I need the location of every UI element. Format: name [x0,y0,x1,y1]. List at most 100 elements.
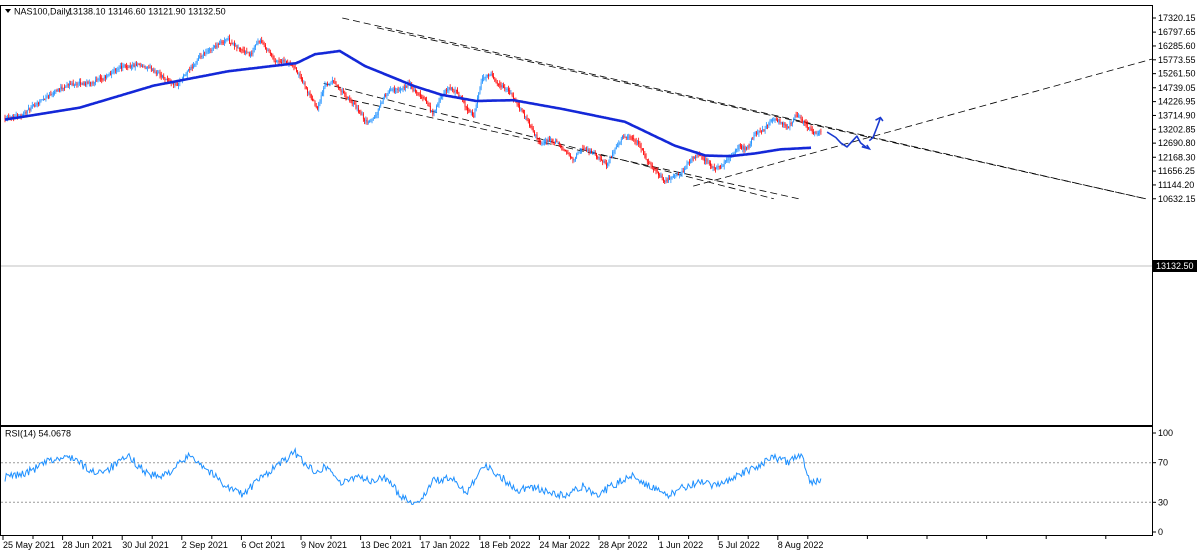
candle-body [307,88,308,93]
candle-body [309,92,311,96]
candle-body [269,52,271,55]
candle-body [365,120,367,121]
candle-body [553,142,555,143]
candle-body [427,103,429,105]
candle-body [752,138,754,140]
candle-body [746,147,747,149]
candle-body [212,47,214,50]
candle-body [314,101,316,106]
rsi-line [4,447,822,506]
candle-body [643,149,644,155]
candle-body [431,110,432,112]
candle-body [231,42,233,45]
candle-body [200,55,202,58]
candle-body [815,132,817,134]
candle-body [188,69,189,71]
candle-body [764,129,766,131]
candle-body [236,45,238,48]
candle-body [413,90,415,91]
candle-body [345,94,347,98]
candle-body [675,174,677,176]
candle-body [206,51,208,53]
candle-body [366,119,368,123]
candle-body [582,148,584,150]
candle-body [451,87,452,89]
candle-body [749,144,751,146]
candle-body [183,75,184,79]
candle-body [504,87,506,89]
channel-trendline[interactable] [693,58,1153,187]
candle-body [336,85,338,87]
candle-body [551,139,553,141]
candle-body [655,169,657,171]
x-axis-label: 6 Oct 2021 [241,540,285,550]
candle-body [763,129,765,132]
rsi-panel-frame [0,426,1153,536]
candle-body [235,44,237,46]
candle-body [547,138,549,143]
candle-body [741,146,742,149]
candle-body [418,94,420,95]
candle-body [195,62,197,64]
candle-body [534,131,535,136]
candle-body [789,123,791,127]
candle-body [527,120,529,122]
candle-body [55,90,57,93]
candle-body [770,120,772,121]
candle-body [795,115,797,117]
candle-body [637,141,638,143]
candle-body [64,87,65,89]
candle-body [26,110,28,114]
candle-body [577,152,579,155]
candle-body [118,68,120,70]
candle-body [620,138,622,142]
candle-body [76,84,78,86]
candle-body [441,96,442,98]
candle-body [36,102,38,106]
candle-body [138,64,140,66]
x-axis-label: 1 Jun 2022 [659,540,704,550]
candle-body [312,98,313,101]
candle-body [152,69,153,71]
channel-trendline[interactable] [323,83,774,200]
x-axis-label: 24 Mar 2022 [539,540,590,550]
candle-body [46,96,48,98]
candle-body [661,175,663,178]
candle-body [748,145,750,147]
channel-trendline[interactable] [329,94,799,200]
candle-body [557,142,559,144]
x-axis-label: 28 Apr 2022 [599,540,648,550]
candle-body [353,103,354,105]
candle-body [398,90,400,92]
candle-body [540,141,542,145]
candle-body [798,116,799,118]
candle-body [645,156,647,159]
candle-body [613,152,615,153]
candle-body [112,71,114,74]
candle-body [423,97,425,99]
candle-body [15,114,17,116]
candle-body [677,174,679,176]
candle-body [546,140,548,142]
candle-body [141,65,142,67]
candle-body [358,108,359,112]
candle-body [640,145,642,150]
candle-body [532,128,534,132]
candle-body [753,134,755,139]
candle-body [325,83,327,85]
candle-body [519,104,520,110]
candle-body [742,146,744,149]
candle-body [384,95,385,97]
candle-body [654,169,656,171]
candle-body [650,164,652,166]
symbol-dropdown-icon[interactable] [5,9,11,13]
candle-body [369,121,370,122]
candle-body [260,40,261,43]
candle-body [82,83,84,85]
candle-body [705,159,706,162]
candle-body [147,67,148,69]
candle-body [672,175,674,178]
candle-body [256,43,258,45]
candle-body [713,167,715,168]
candle-body [635,141,637,143]
